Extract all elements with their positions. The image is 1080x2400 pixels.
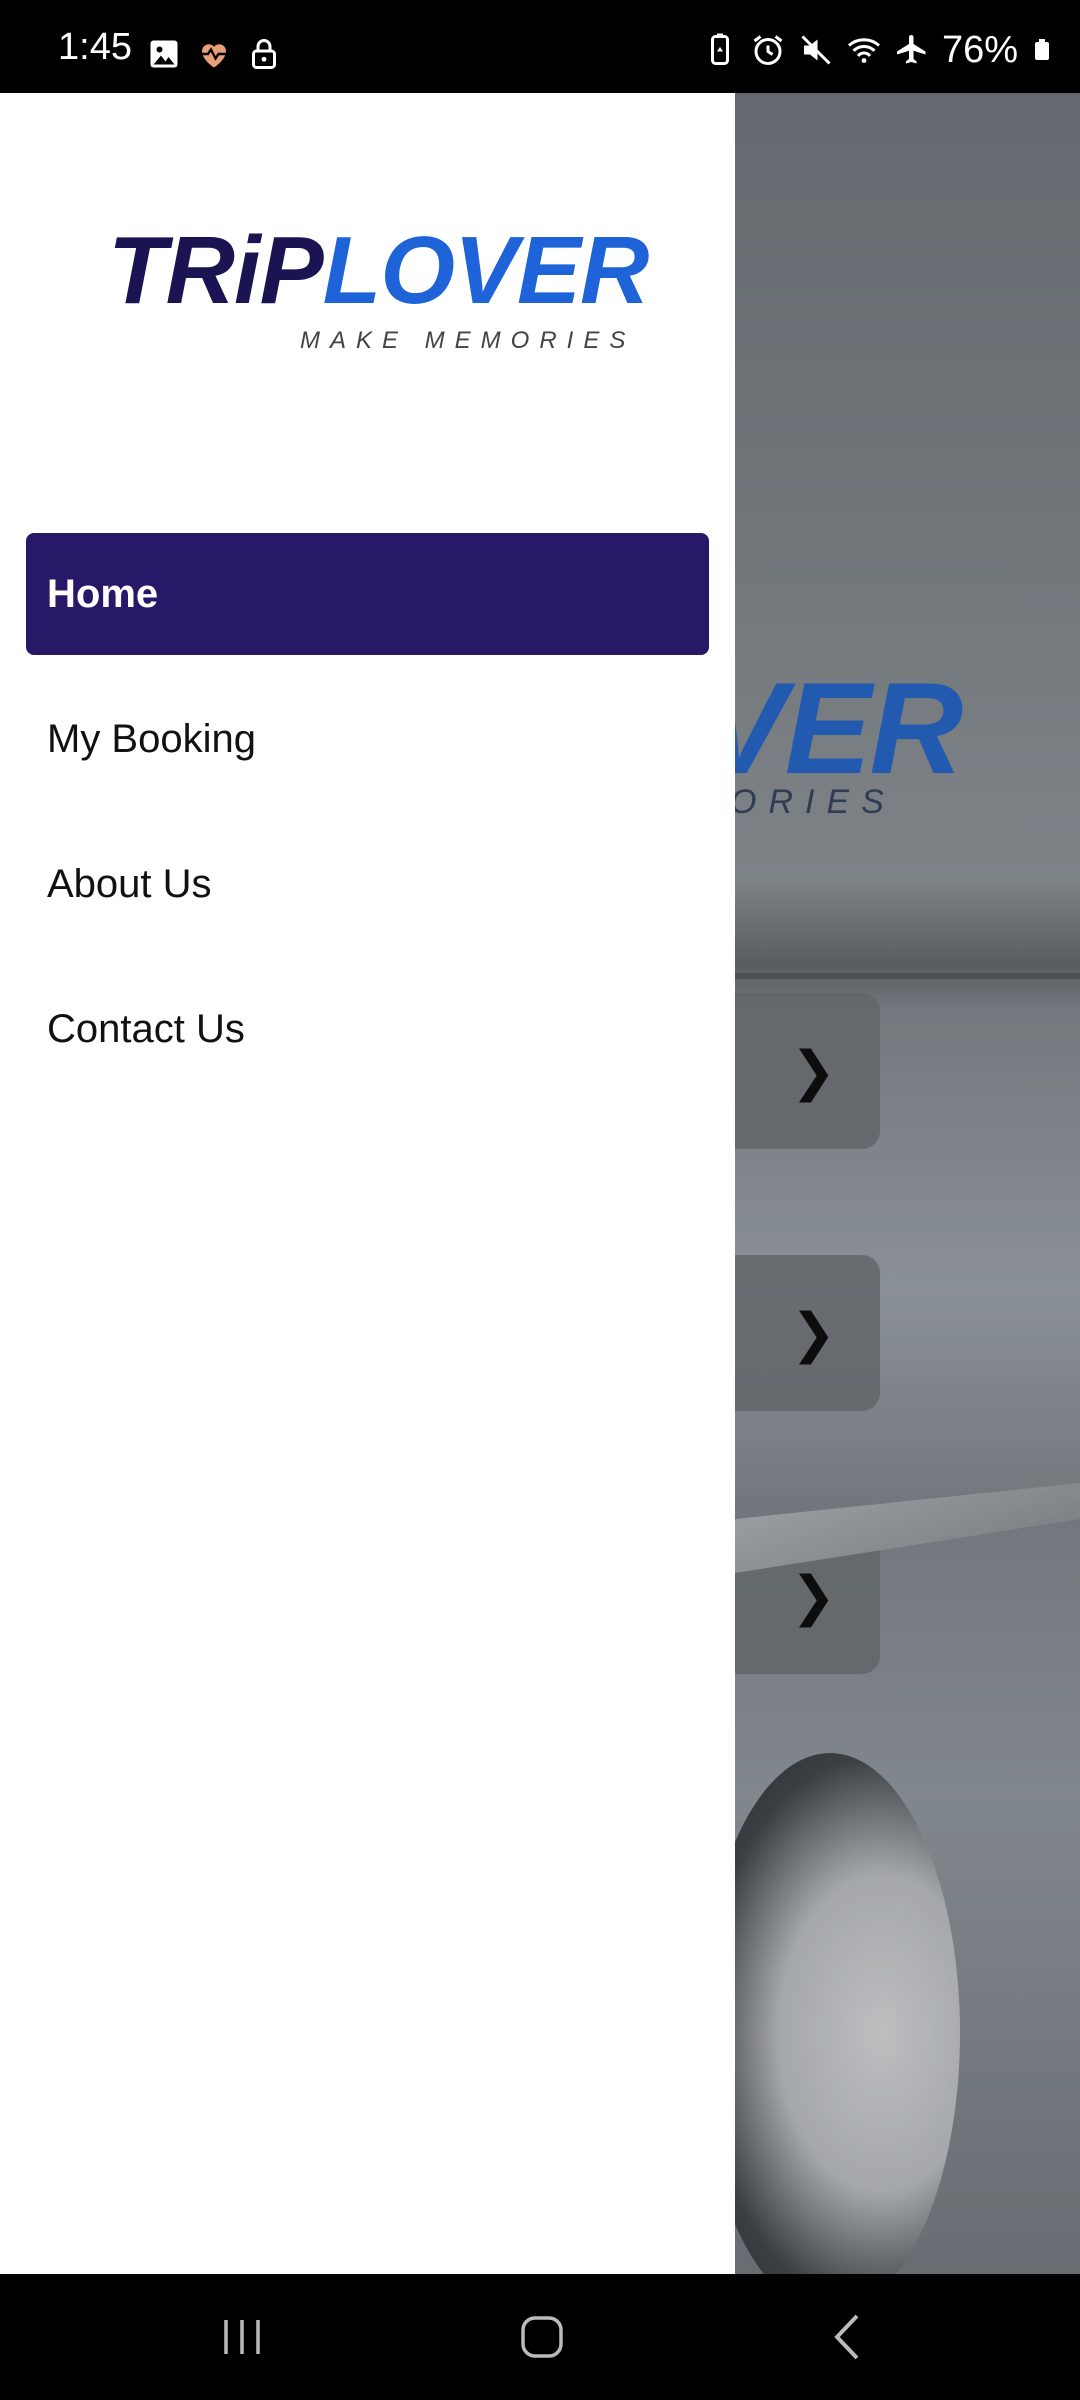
logo-lover-text: LOVER (322, 217, 650, 324)
status-right-icons: 76% (702, 28, 1054, 72)
system-navigation-bar (0, 2274, 1080, 2400)
logo-tagline: MAKE MEMORIES (300, 327, 636, 354)
status-bar: 1:45 76% (0, 0, 1080, 93)
battery-percent: 76% (941, 29, 1018, 71)
back-button[interactable] (812, 2304, 882, 2370)
battery-icon (1035, 39, 1049, 60)
status-time: 1:45 (58, 26, 132, 68)
battery-saver-icon (710, 33, 729, 65)
back-icon (834, 2314, 859, 2360)
triplover-logo: TRiPLOVER MAKE MEMORIES (108, 223, 649, 355)
menu-item-label: Home (47, 571, 159, 616)
logo-wordmark: TRiPLOVER (108, 223, 649, 319)
wifi-icon (847, 38, 880, 63)
recent-apps-icon (224, 2320, 260, 2354)
menu-item-label: Contact Us (47, 1006, 245, 1051)
gallery-icon (150, 40, 178, 68)
menu-item-contact-us[interactable]: Contact Us (26, 968, 709, 1090)
recent-apps-button[interactable] (207, 2304, 277, 2370)
home-button[interactable] (507, 2304, 577, 2370)
navigation-drawer: TRiPLOVER MAKE MEMORIES Home My Booking … (0, 93, 735, 2274)
airplane-icon (896, 35, 926, 64)
health-icon (200, 44, 228, 68)
status-left-icons (146, 34, 282, 74)
menu-item-label: My Booking (47, 716, 256, 761)
mute-icon (801, 35, 831, 65)
logo-trip-text: TRiP (108, 217, 324, 324)
menu-item-about-us[interactable]: About Us (26, 823, 709, 945)
alarm-icon (753, 35, 783, 65)
drawer-menu: Home My Booking About Us Contact Us (26, 533, 709, 1113)
lock-icon (252, 39, 276, 69)
menu-item-my-booking[interactable]: My Booking (26, 678, 709, 800)
home-icon (521, 2316, 563, 2358)
menu-item-label: About Us (47, 861, 212, 906)
menu-item-home[interactable]: Home (26, 533, 709, 655)
